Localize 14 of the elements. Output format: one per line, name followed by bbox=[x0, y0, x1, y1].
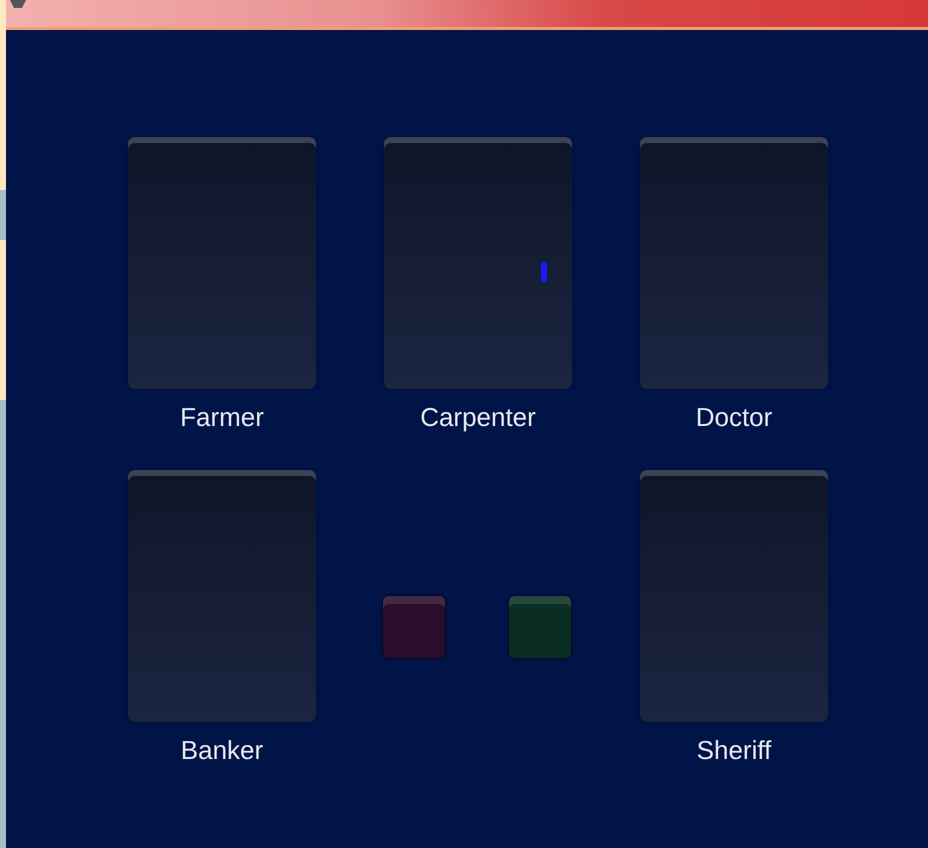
role-card[interactable] bbox=[128, 137, 316, 389]
role-label: Carpenter bbox=[420, 401, 536, 433]
role-label: Doctor bbox=[696, 401, 772, 433]
app-icon bbox=[8, 0, 28, 10]
cursor-icon bbox=[541, 262, 547, 282]
role-card[interactable] bbox=[640, 470, 828, 722]
role-card[interactable] bbox=[128, 470, 316, 722]
role-label: Farmer bbox=[180, 401, 264, 433]
role-label: Sheriff bbox=[696, 734, 772, 766]
role-label: Banker bbox=[180, 734, 264, 766]
color-button[interactable] bbox=[383, 596, 445, 658]
role-card[interactable] bbox=[384, 137, 572, 389]
color-button[interactable] bbox=[509, 596, 571, 658]
role-card[interactable] bbox=[640, 137, 828, 389]
